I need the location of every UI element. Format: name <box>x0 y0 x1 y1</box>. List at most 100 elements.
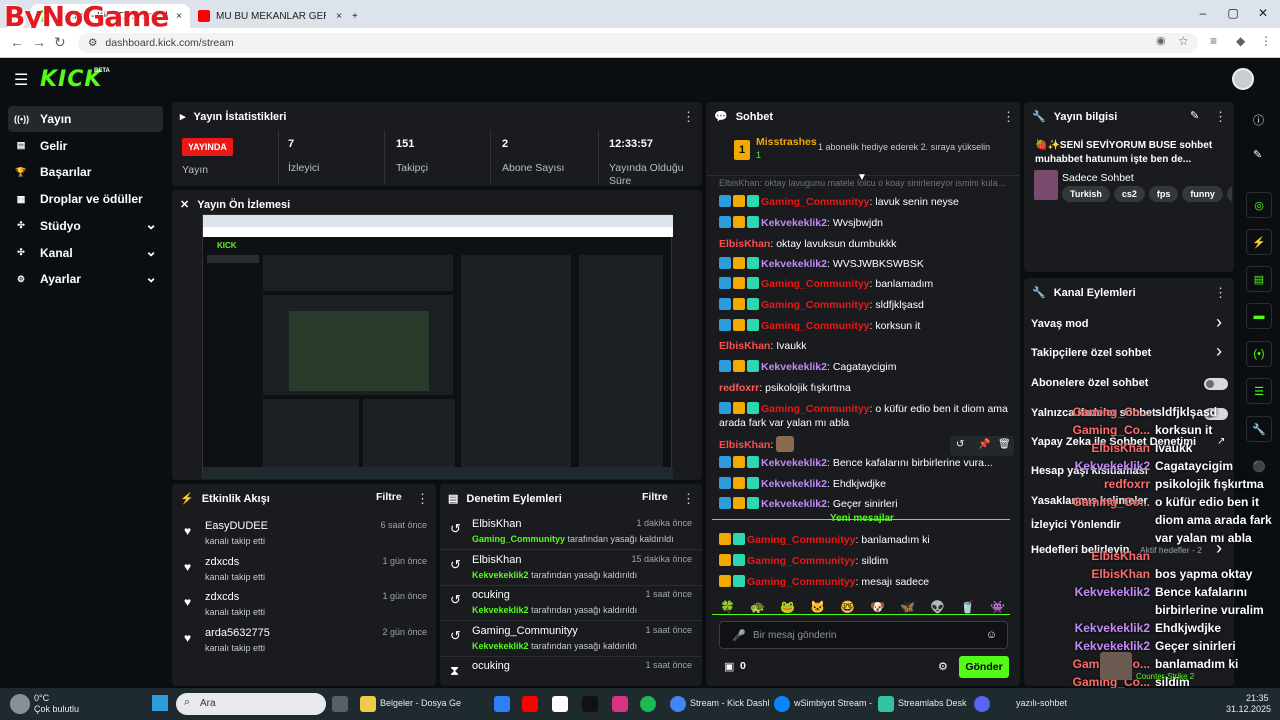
new-tab-button[interactable]: + <box>344 4 364 28</box>
info-menu-icon[interactable]: ⋮ <box>1214 109 1227 125</box>
chat-message[interactable]: Kekvekeklik2: Ehdkjwdjke <box>719 477 1011 491</box>
chevron-down-icon[interactable]: ⌄ <box>145 216 157 233</box>
chat-username[interactable]: Kekvekeklik2 <box>761 478 827 490</box>
chevron-down-icon[interactable]: ⌄ <box>145 243 157 260</box>
clipboard-icon[interactable]: ▤ <box>1246 266 1272 292</box>
sidebar-item-5[interactable]: ✣ Kanal ⌄ <box>8 240 163 266</box>
chat-username[interactable]: Gaming_Communityy <box>761 299 870 311</box>
taskbar-app-label[interactable]: wSimbiyot Stream - <box>794 698 872 708</box>
taskbar-app-label[interactable]: Stream - Kick Dashl <box>690 698 770 708</box>
chat-message[interactable]: ElbisKhan: <box>719 436 1011 452</box>
avatar[interactable] <box>1232 68 1254 90</box>
taskbar-app-label[interactable]: Belgeler - Dosya Ge <box>380 698 461 708</box>
chat-message[interactable]: Gaming_Communityy: mesajı sadece <box>719 575 1011 589</box>
chevron-right-icon[interactable]: › <box>1216 341 1222 362</box>
moderator-name[interactable]: Kekvekeklik2 <box>472 570 529 580</box>
send-button[interactable]: Gönder <box>959 656 1009 678</box>
chat-message[interactable]: redfoxrr: psikolojik fışkırtma <box>719 381 1011 395</box>
chat-settings-icon[interactable]: ⚙ <box>938 660 948 673</box>
chat-message[interactable]: Kekvekeklik2: Wvsjbwjdn <box>719 216 1011 230</box>
chrome-icon[interactable] <box>670 696 686 712</box>
discord-icon[interactable] <box>974 696 990 712</box>
follower-name[interactable]: EasyDUDEE <box>205 520 268 532</box>
outlook-icon[interactable] <box>494 696 510 712</box>
taskbar-search-input[interactable]: ⌕ Ara <box>176 693 326 715</box>
info-icon[interactable]: ⓘ <box>1253 112 1264 128</box>
channel-action-0[interactable]: Yavaş mod <box>1031 318 1088 330</box>
moderated-user[interactable]: Gaming_Communityy <box>472 625 578 637</box>
emote-icon[interactable]: 👾 <box>990 600 1005 614</box>
chat-username[interactable]: Kekvekeklik2 <box>761 361 827 373</box>
chat-message[interactable]: ElbisKhan: Ivaukk <box>719 339 1011 353</box>
close-tab-icon[interactable]: × <box>336 11 342 22</box>
url-input[interactable]: ⚙ dashboard.kick.com/stream <box>78 33 1198 53</box>
tag[interactable]: fps <box>1148 186 1179 202</box>
modlog-menu-icon[interactable]: ⋮ <box>682 491 695 507</box>
reload-icon[interactable]: ↻ <box>54 34 66 51</box>
external-link-icon[interactable]: ↗ <box>1217 436 1225 447</box>
chat-message[interactable]: Kekvekeklik2: Cagataycigim <box>719 360 1011 374</box>
flash-icon[interactable]: ⚡ <box>1246 229 1272 255</box>
emote-icon[interactable]: 🤓 <box>840 600 855 614</box>
tiktok-icon[interactable] <box>582 696 598 712</box>
windows-start-icon[interactable] <box>152 695 168 711</box>
emote-icon[interactable]: 🐱 <box>810 600 825 614</box>
chat-username[interactable]: Gaming_Communityy <box>761 278 870 290</box>
capcut-icon[interactable] <box>552 696 568 712</box>
tag[interactable]: funny <box>1182 186 1223 202</box>
chat-input[interactable]: 🎤 Bir mesaj gönderin ☺ <box>719 621 1008 649</box>
moderator-name[interactable]: Gaming_Communityy <box>472 534 565 544</box>
emote-icon[interactable]: 🐶 <box>870 600 885 614</box>
chat-message[interactable]: Kekvekeklik2: WVSJWBKSWBSK <box>719 257 1011 271</box>
follower-name[interactable]: arda5632775 <box>205 627 270 639</box>
maximize-icon[interactable]: ▢ <box>1218 6 1248 20</box>
chevron-right-icon[interactable]: › <box>1216 312 1222 333</box>
close-tab-icon[interactable]: × <box>176 11 182 22</box>
chat-username[interactable]: Gaming_Communityy <box>761 320 870 332</box>
taskbar-app-label[interactable]: yazılı-sohbet <box>1016 698 1067 708</box>
category-thumbnail[interactable] <box>1034 170 1058 200</box>
minimize-icon[interactable]: – <box>1188 6 1218 20</box>
moderated-user[interactable]: ElbisKhan <box>472 518 522 530</box>
tag[interactable]: cs2 <box>1113 186 1145 202</box>
instagram-icon[interactable] <box>612 696 628 712</box>
edit-icon[interactable]: ✎ <box>1190 109 1199 122</box>
microphone-icon[interactable]: 🎤 <box>732 629 746 642</box>
emote-icon[interactable]: 🥤 <box>960 600 975 614</box>
channel-action-7[interactable]: İzleyici Yönlendir <box>1031 519 1121 531</box>
chat-message[interactable]: Kekvekeklik2: Geçer sinirleri <box>719 497 1011 511</box>
chat-username[interactable]: Kekvekeklik2 <box>761 217 827 229</box>
chevron-down-icon[interactable]: ⌄ <box>145 269 157 286</box>
chat-username[interactable]: Gaming_Communityy <box>761 403 870 415</box>
chat-message[interactable]: ElbisKhan: oktay lavuksun dumbukkk <box>719 237 1011 251</box>
reading-list-icon[interactable]: ≡ <box>1210 34 1217 48</box>
site-info-icon[interactable]: ⚙ <box>88 37 97 49</box>
chat-message[interactable]: Gaming_Communityy: sildim <box>719 554 1011 568</box>
emoji-picker-icon[interactable]: ☺ <box>986 629 997 641</box>
chat-username[interactable]: Kekvekeklik2 <box>761 457 827 469</box>
moderator-name[interactable]: Kekvekeklik2 <box>472 641 529 651</box>
emote-icon[interactable]: 🐢 <box>750 600 765 614</box>
chat-message[interactable]: Gaming_Communityy: o küfür edio ben it d… <box>719 402 1011 430</box>
sidebar-item-1[interactable]: ▤ Gelir <box>8 133 163 159</box>
youtube-icon[interactable] <box>522 696 538 712</box>
chat-username[interactable]: Gaming_Communityy <box>761 196 870 208</box>
chat-username[interactable]: ElbisKhan <box>719 238 770 250</box>
layout-icon[interactable]: ☰ <box>1246 378 1272 404</box>
tag[interactable]: gam <box>1226 186 1232 202</box>
hamburger-menu-icon[interactable]: ☰ <box>14 70 28 90</box>
sidebar-item-6[interactable]: ⚙ Ayarlar ⌄ <box>8 266 163 292</box>
moderated-user[interactable]: ElbisKhan <box>472 554 522 566</box>
activity-menu-icon[interactable]: ⋮ <box>416 491 429 507</box>
toggle-switch[interactable] <box>1204 378 1228 390</box>
pencil-icon[interactable]: ✎ <box>1253 148 1262 161</box>
emote-icon[interactable]: 🦋 <box>900 600 915 614</box>
file-explorer-icon[interactable] <box>360 696 376 712</box>
chat-bubble-icon[interactable]: ▬ <box>1246 303 1272 329</box>
chat-username[interactable]: redfoxrr <box>719 382 759 394</box>
moderated-user[interactable]: ocuking <box>472 589 510 601</box>
category-name[interactable]: Sadece Sohbet <box>1062 172 1134 184</box>
chat-message[interactable]: Gaming_Communityy: banlamadım ki <box>719 533 1011 547</box>
follower-name[interactable]: zdxcds <box>205 591 239 603</box>
chat-username[interactable]: Gaming_Communityy <box>747 534 856 546</box>
